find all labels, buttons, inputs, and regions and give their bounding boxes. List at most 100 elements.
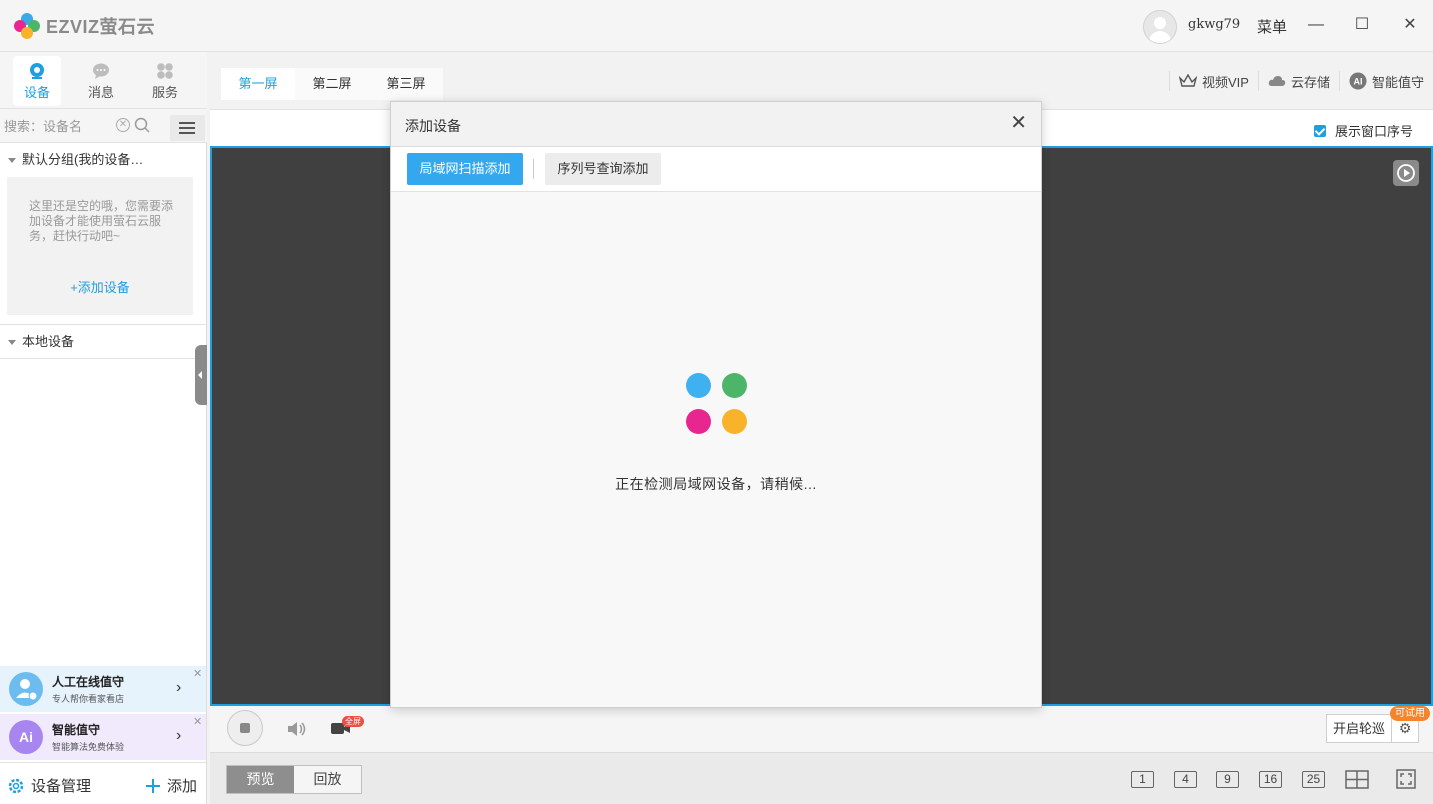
add-device-link[interactable]: +添加设备 (7, 277, 193, 296)
loading-dot-pink (686, 409, 711, 434)
promo-subtitle: 智能算法免费体验 (52, 742, 125, 752)
loading-dot-blue (686, 373, 711, 398)
tab-divider (533, 159, 534, 179)
search-input[interactable] (4, 114, 130, 138)
minimize-button[interactable]: — (1305, 14, 1327, 36)
title-bar: EZVIZ萤石云 gkwg79 菜单 — ☐ ✕ (0, 0, 1433, 52)
tab-screen-3[interactable]: 第三屏 (369, 68, 443, 100)
dialog-title: 添加设备 (405, 118, 461, 134)
show-window-index-label: 展示窗口序号 (1334, 124, 1413, 139)
tab-services[interactable]: 服务 (141, 56, 189, 106)
guard-person-icon (9, 672, 43, 706)
promo-manual-guard[interactable]: 人工在线值守 专人帮你看家看店 › ✕ (0, 666, 206, 712)
ai-icon: Ai (9, 720, 43, 754)
cloud-icon (1268, 76, 1286, 86)
close-button[interactable]: ✕ (1399, 14, 1421, 36)
tab-devices[interactable]: 设备 (13, 56, 61, 106)
sidebar-tabs: 设备 消息 服务 (0, 52, 207, 109)
empty-device-box: 这里还是空的哦，您需要添加设备才能使用萤石云服务，赶快行动吧~ +添加设备 (7, 177, 193, 315)
username[interactable]: gkwg79 (1188, 17, 1240, 32)
stop-button[interactable] (227, 710, 263, 746)
tab-services-label: 服务 (151, 85, 178, 100)
device-search-bar: ✕ (0, 109, 207, 143)
crown-icon (1179, 74, 1197, 87)
layout-16-button[interactable]: 16 (1259, 771, 1282, 788)
ezviz-logo: EZVIZ萤石云 (14, 12, 155, 40)
svg-text:AI: AI (1353, 77, 1362, 87)
play-icon[interactable] (1393, 160, 1419, 186)
maximize-button[interactable]: ☐ (1351, 14, 1373, 36)
playback-controls: 全屏 开启轮巡 ⚙ 可试用 (210, 706, 1433, 752)
video-vip-label: 视频VIP (1202, 74, 1249, 90)
list-view-icon[interactable] (170, 115, 205, 141)
clear-search-icon[interactable]: ✕ (116, 118, 130, 132)
cloud-storage-link[interactable]: 云存储 (1257, 71, 1339, 91)
video-vip-link[interactable]: 视频VIP (1169, 71, 1258, 91)
menu-button[interactable]: 菜单 (1257, 16, 1287, 37)
fullscreen-icon[interactable] (1396, 769, 1416, 789)
sidebar-footer: 设备管理 添加 (0, 762, 206, 804)
layout-1-button[interactable]: 1 (1131, 771, 1154, 788)
divider (0, 324, 206, 325)
screen-tabs: 第一屏 第二屏 第三屏 (221, 68, 443, 100)
tab-messages[interactable]: 消息 (77, 56, 125, 106)
show-window-index-checkbox[interactable]: 展示窗口序号 (1313, 121, 1413, 140)
search-icon[interactable] (134, 117, 150, 133)
add-button[interactable]: 添加 (145, 775, 197, 796)
message-bubble-icon (93, 63, 109, 79)
tab-messages-label: 消息 (87, 85, 114, 100)
layout-9-button[interactable]: 9 (1216, 771, 1239, 788)
dialog-tabs: 局域网扫描添加 序列号查询添加 (391, 147, 1041, 192)
promo-title: 人工在线值守 (52, 675, 125, 689)
close-icon[interactable]: ✕ (1010, 113, 1027, 133)
tab-serial-number-add[interactable]: 序列号查询添加 (545, 153, 661, 185)
loading-dot-orange (722, 409, 747, 434)
empty-hint-text: 这里还是空的哦，您需要添加设备才能使用萤石云服务，赶快行动吧~ (29, 199, 174, 243)
add-label: 添加 (167, 778, 198, 795)
layout-4-button[interactable]: 4 (1174, 771, 1197, 788)
device-camera-icon (30, 63, 44, 79)
device-management-label: 设备管理 (31, 778, 92, 795)
start-patrol-button[interactable]: 开启轮巡 (1327, 715, 1392, 742)
cloud-storage-label: 云存储 (1290, 74, 1330, 90)
tab-screen-1[interactable]: 第一屏 (221, 68, 295, 100)
top-right-services: 视频VIP 云存储 AI 智能值守 (1169, 68, 1433, 94)
group-default[interactable]: 默认分组(我的设备… (0, 145, 207, 175)
layout-25-button[interactable]: 25 (1302, 771, 1325, 788)
add-device-dialog: 添加设备 ✕ 局域网扫描添加 序列号查询添加 正在检测局域网设备，请稍候... (390, 101, 1042, 708)
promo-subtitle: 专人帮你看家看店 (52, 694, 125, 704)
close-promo-icon[interactable]: ✕ (193, 667, 202, 680)
brand-name: EZVIZ萤石云 (46, 17, 156, 37)
plus-icon (146, 778, 160, 793)
volume-icon[interactable] (286, 720, 308, 738)
preview-mode-button[interactable]: 预览 (227, 766, 294, 793)
loading-dot-green (722, 373, 747, 398)
scanning-status-text: 正在检测局域网设备，请稍候... (615, 476, 817, 492)
chevron-right-icon: › (176, 727, 182, 744)
custom-layout-icon[interactable] (1345, 770, 1369, 789)
promo-title: 智能值守 (52, 723, 101, 737)
ai-badge-icon: AI (1349, 72, 1367, 90)
gear-icon (8, 778, 24, 793)
chevron-right-icon: › (176, 679, 182, 696)
tab-screen-2[interactable]: 第二屏 (295, 68, 369, 100)
mode-switch: 预览 回放 (226, 765, 362, 794)
promo-smart-guard[interactable]: Ai 智能值守 智能算法免费体验 › ✕ (0, 714, 206, 760)
trial-badge: 可试用 (1390, 706, 1430, 721)
checkbox-checked-icon (1313, 124, 1326, 137)
bottom-bar: 预览 回放 1 4 9 16 25 (210, 752, 1433, 804)
tab-lan-scan-add[interactable]: 局域网扫描添加 (407, 153, 523, 185)
divider (0, 358, 206, 359)
playback-mode-button[interactable]: 回放 (294, 766, 361, 793)
collapse-sidebar-handle[interactable] (195, 345, 207, 405)
device-management-button[interactable]: 设备管理 (7, 775, 91, 796)
user-avatar[interactable] (1143, 10, 1177, 44)
dialog-header: 添加设备 ✕ (391, 102, 1041, 147)
tab-devices-label: 设备 (23, 85, 50, 100)
close-promo-icon[interactable]: ✕ (193, 715, 202, 728)
smart-guard-label: 智能值守 (1371, 74, 1424, 90)
ezviz-logo-mark-icon (14, 13, 40, 39)
smart-guard-link[interactable]: AI 智能值守 (1338, 71, 1433, 91)
fullscreen-badge: 全屏 (342, 716, 364, 727)
group-local-devices[interactable]: 本地设备 (0, 327, 207, 357)
